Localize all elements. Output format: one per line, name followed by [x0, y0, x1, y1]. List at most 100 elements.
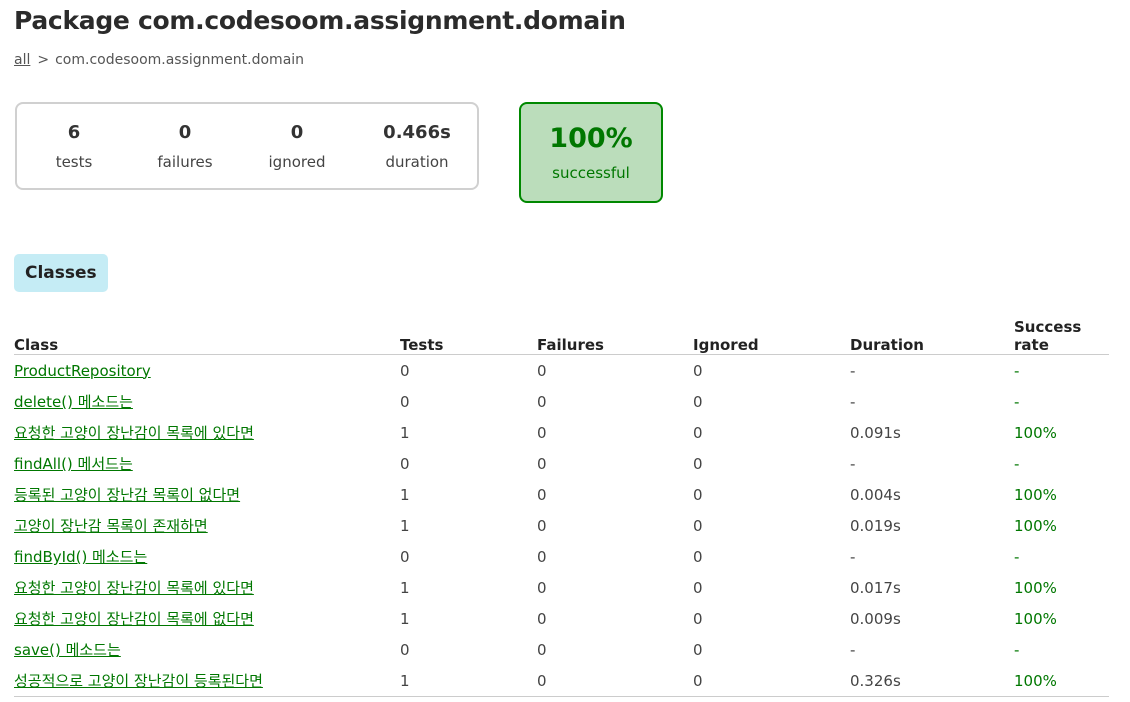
success-rate-box: 100% successful: [519, 102, 663, 203]
class-link[interactable]: ProductRepository: [14, 362, 151, 380]
ignored-count: 0: [290, 122, 304, 143]
tab-classes[interactable]: Classes: [14, 254, 108, 292]
failures-count: 0: [178, 122, 192, 143]
header-class[interactable]: Class: [14, 318, 400, 355]
class-cell: 고양이 장난감 목록이 존재하면: [14, 510, 400, 541]
class-cell: delete() 메소드는: [14, 386, 400, 417]
duration-cell: -: [850, 640, 856, 659]
ignored-cell: 0: [693, 665, 850, 697]
class-cell: findById() 메소드는: [14, 541, 400, 572]
class-link[interactable]: findById() 메소드는: [14, 548, 147, 566]
table-row: 요청한 고양이 장난감이 목록에 있다면 1 0 0 0.091s 100%: [14, 417, 1109, 448]
tests-counter: 6 tests: [19, 122, 129, 171]
tests-cell: 1: [400, 578, 410, 597]
class-cell: 요청한 고양이 장난감이 목록에 없다면: [14, 603, 400, 634]
class-link[interactable]: 고양이 장난감 목록이 존재하면: [14, 517, 208, 535]
summary-box: 6 tests 0 failures 0 ignored 0.466s dura…: [15, 102, 479, 190]
tests-cell: 1: [400, 609, 410, 628]
failures-cell: 0: [537, 516, 547, 535]
success-rate-cell: 100%: [1014, 485, 1057, 504]
success-rate-cell: -: [1014, 454, 1020, 473]
test-report-page: Package com.codesoom.assignment.domain a…: [0, 0, 1130, 702]
breadcrumb-separator: >: [37, 52, 50, 68]
class-cell: 요청한 고양이 장난감이 목록에 있다면: [14, 572, 400, 603]
tests-label: tests: [55, 153, 93, 171]
table-row: 요청한 고양이 장난감이 목록에 없다면 1 0 0 0.009s 100%: [14, 603, 1109, 634]
failures-cell: 0: [537, 578, 547, 597]
class-link[interactable]: 성공적으로 고양이 장난감이 등록된다면: [14, 672, 263, 690]
class-cell: save() 메소드는: [14, 634, 400, 665]
table-row: ProductRepository 0 0 0 - -: [14, 355, 1109, 387]
table-row: delete() 메소드는 0 0 0 - -: [14, 386, 1109, 417]
duration-cell: 0.326s: [850, 665, 1014, 697]
tests-cell: 1: [400, 485, 410, 504]
tests-cell: 0: [400, 454, 410, 473]
failures-label: failures: [157, 153, 213, 171]
ignored-cell: 0: [693, 423, 703, 442]
classes-table-body: ProductRepository 0 0 0- - delete() 메소드는 0 0 0- -…: [14, 355, 1109, 697]
class-cell: ProductRepository: [14, 355, 400, 387]
failures-counter: 0 failures: [130, 122, 240, 171]
duration-cell: -: [850, 392, 856, 411]
ignored-cell: 0: [693, 578, 703, 597]
table-row: 등록된 고양이 장난감 목록이 없다면 1 0 0 0.004s 100%: [14, 479, 1109, 510]
duration-cell: 0.091s: [850, 423, 901, 442]
classes-table: Class Tests Failures Ignored Duration Su…: [14, 318, 1109, 697]
class-cell: findAll() 메서드는: [14, 448, 400, 479]
ignored-cell: 0: [693, 547, 703, 566]
breadcrumb-all-link[interactable]: all: [14, 52, 30, 68]
class-link[interactable]: 요청한 고양이 장난감이 목록에 있다면: [14, 424, 254, 442]
failures-cell: 0: [537, 609, 547, 628]
ignored-cell: 0: [693, 392, 703, 411]
success-rate-value: 100%: [549, 123, 633, 154]
success-rate-cell: 100%: [1014, 516, 1057, 535]
class-link[interactable]: 요청한 고양이 장난감이 목록에 있다면: [14, 579, 254, 597]
class-link[interactable]: save() 메소드는: [14, 641, 121, 659]
duration-cell: -: [850, 361, 856, 380]
tests-cell: 0: [400, 392, 410, 411]
tests-cell: 1: [400, 423, 410, 442]
table-row: findAll() 메서드는 0 0 0 - -: [14, 448, 1109, 479]
failures-cell: 0: [537, 454, 547, 473]
success-rate-cell: 100%: [1014, 665, 1109, 697]
header-success-rate[interactable]: Success rate: [1014, 318, 1109, 355]
ignored-cell: 0: [693, 609, 703, 628]
success-rate-cell: -: [1014, 361, 1020, 380]
header-failures[interactable]: Failures: [537, 318, 693, 355]
duration-cell: 0.009s: [850, 609, 901, 628]
duration-value: 0.466s: [383, 122, 451, 143]
ignored-label: ignored: [268, 153, 326, 171]
class-cell: 요청한 고양이 장난감이 목록에 있다면: [14, 417, 400, 448]
class-link[interactable]: 요청한 고양이 장난감이 목록에 없다면: [14, 610, 254, 628]
page-title: Package com.codesoom.assignment.domain: [14, 6, 626, 35]
failures-cell: 0: [537, 485, 547, 504]
breadcrumb-current: com.codesoom.assignment.domain: [55, 52, 305, 68]
table-row: save() 메소드는 0 0 0 - -: [14, 634, 1109, 665]
failures-cell: 0: [537, 423, 547, 442]
duration-cell: -: [850, 547, 856, 566]
duration-cell: -: [850, 454, 856, 473]
header-tests[interactable]: Tests: [400, 318, 537, 355]
header-ignored[interactable]: Ignored: [693, 318, 850, 355]
breadcrumb: all > com.codesoom.assignment.domain: [14, 52, 304, 68]
success-rate-cell: 100%: [1014, 578, 1057, 597]
ignored-cell: 0: [693, 640, 703, 659]
tests-cell: 1: [400, 516, 410, 535]
duration-label: duration: [385, 153, 449, 171]
ignored-cell: 0: [693, 485, 703, 504]
class-cell: 등록된 고양이 장난감 목록이 없다면: [14, 479, 400, 510]
class-link[interactable]: delete() 메소드는: [14, 393, 133, 411]
failures-cell: 0: [537, 361, 547, 380]
header-duration[interactable]: Duration: [850, 318, 1014, 355]
success-rate-cell: 100%: [1014, 609, 1057, 628]
ignored-cell: 0: [693, 361, 703, 380]
success-rate-cell: -: [1014, 392, 1020, 411]
duration-cell: 0.017s: [850, 578, 901, 597]
class-link[interactable]: findAll() 메서드는: [14, 455, 133, 473]
class-link[interactable]: 등록된 고양이 장난감 목록이 없다면: [14, 486, 240, 504]
tests-cell: 1: [400, 665, 537, 697]
table-row: 성공적으로 고양이 장난감이 등록된다면 1 0 0 0.326s 100%: [14, 665, 1109, 697]
table-row: findById() 메소드는 0 0 0 - -: [14, 541, 1109, 572]
failures-cell: 0: [537, 665, 693, 697]
failures-cell: 0: [537, 392, 547, 411]
